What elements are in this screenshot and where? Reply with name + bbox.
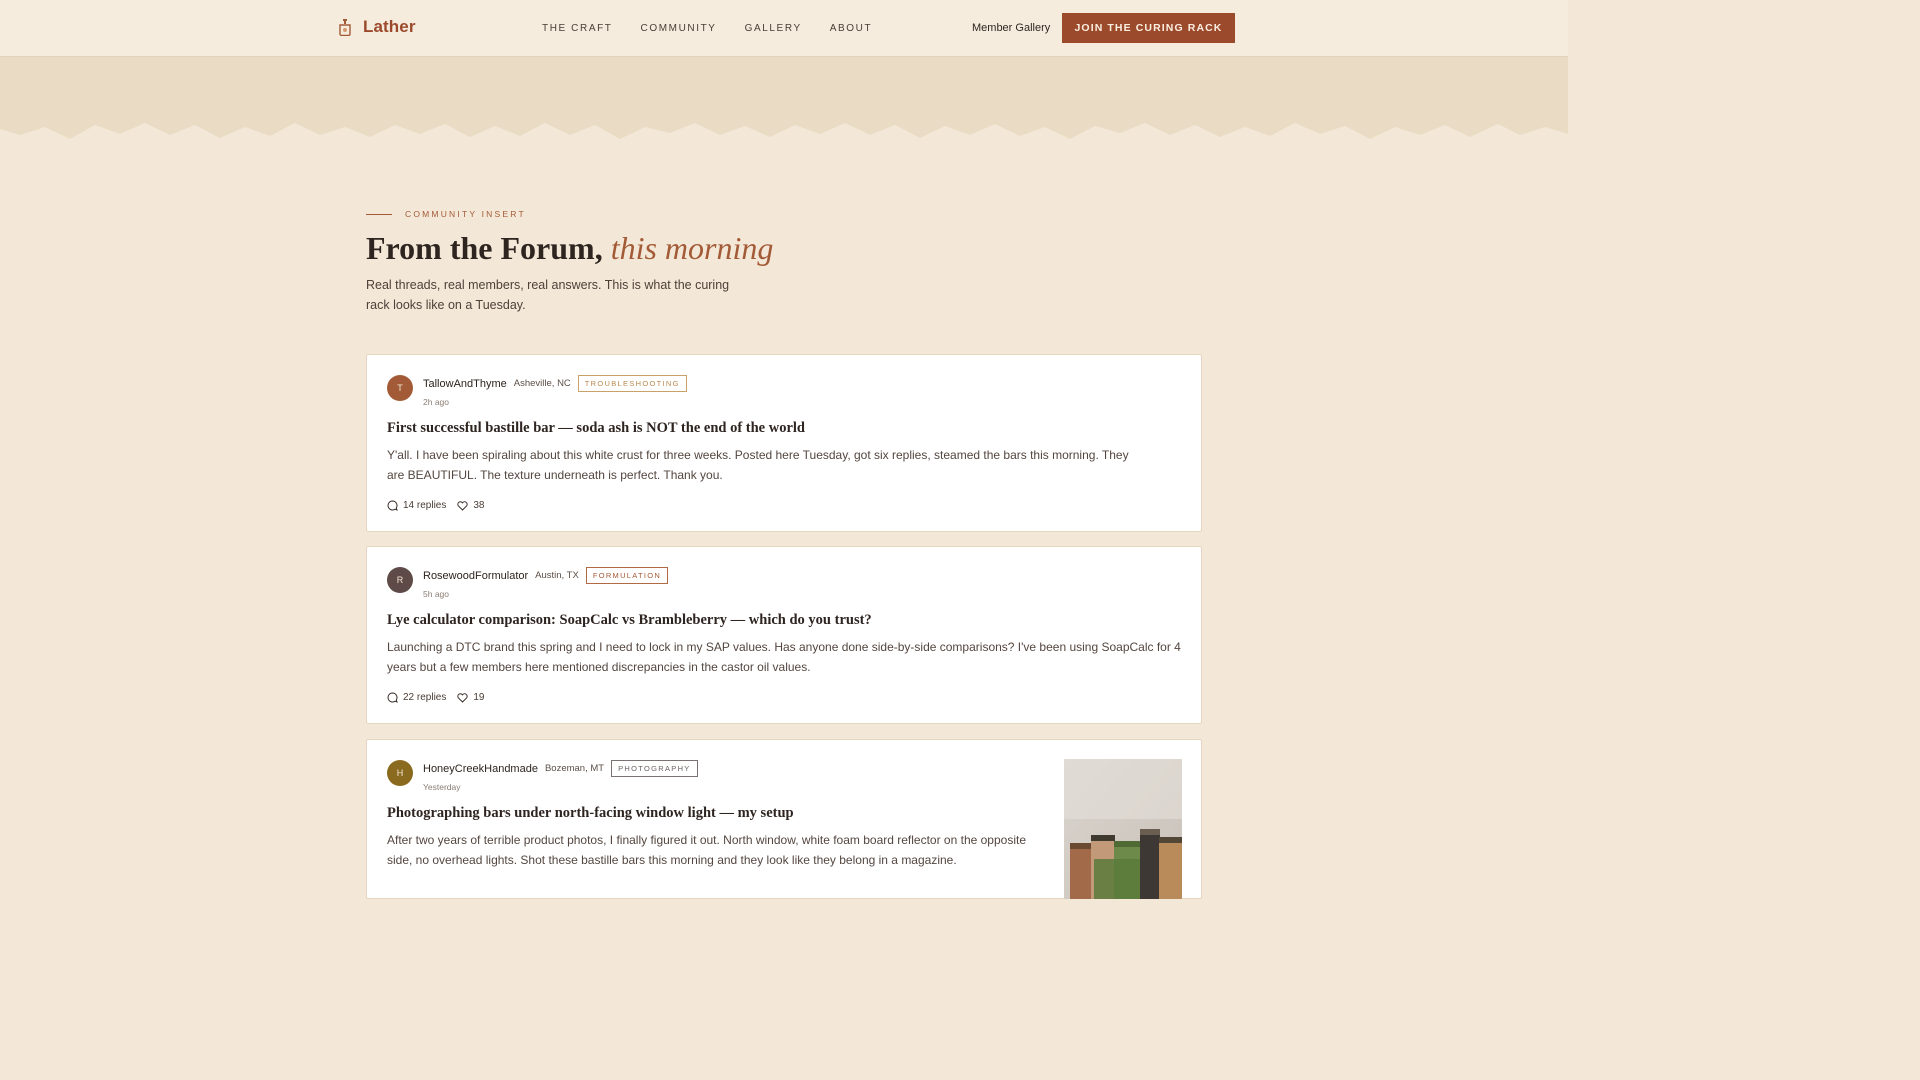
post-meta: RosewoodFormulator Austin, TX FORMULATIO…	[423, 567, 669, 584]
post-body: Y'all. I have been spiraling about this …	[387, 448, 1129, 482]
heart-icon	[457, 692, 468, 703]
member-gallery-link[interactable]: Member Gallery	[972, 22, 1050, 34]
nav-link-about[interactable]: ABOUT	[830, 23, 872, 34]
post-body: Launching a DTC brand this spring and I …	[387, 640, 1181, 674]
nav-link-community[interactable]: COMMUNITY	[641, 23, 717, 34]
forum-post-card[interactable]: H HoneyCreekHandmade Bozeman, MT PHOTOGR…	[366, 739, 1202, 899]
decorative-zigzag-band	[0, 57, 1568, 157]
replies-label: 14 replies	[403, 500, 447, 511]
post-body: After two years of terrible product phot…	[387, 833, 1026, 867]
likes-label: 19	[473, 692, 485, 703]
post-title[interactable]: Photographing bars under north-facing wi…	[387, 805, 794, 822]
likes-label: 38	[473, 500, 485, 511]
author-location: Asheville, NC	[513, 378, 571, 389]
comment-icon	[387, 692, 398, 703]
post-time: Yesterday	[423, 782, 461, 792]
likes-count[interactable]: 38	[457, 500, 484, 511]
avatar[interactable]: R	[387, 567, 413, 593]
category-tag[interactable]: TROUBLESHOOTING	[577, 375, 687, 392]
nav-link-gallery[interactable]: GALLERY	[745, 23, 802, 34]
post-photo-thumbnail[interactable]	[1064, 759, 1182, 899]
likes-count[interactable]: 19	[457, 692, 484, 703]
nav-link-the-craft[interactable]: THE CRAFT	[542, 23, 613, 34]
join-curing-rack-button[interactable]: JOIN THE CURING RACK	[1062, 13, 1235, 43]
title-main: From the Forum,	[366, 230, 603, 266]
eyebrow-label: COMMUNITY INSERT	[405, 209, 526, 219]
avatar[interactable]: T	[387, 375, 413, 401]
section-eyebrow: COMMUNITY INSERT	[366, 209, 526, 219]
replies-label: 22 replies	[403, 692, 447, 703]
post-stats: 22 replies 19	[387, 692, 484, 703]
category-tag[interactable]: PHOTOGRAPHY	[611, 760, 698, 777]
comment-icon	[387, 500, 398, 511]
author-name[interactable]: RosewoodFormulator	[423, 570, 528, 582]
post-stats: 14 replies 38	[387, 500, 484, 511]
soap-bars-photo	[1064, 759, 1182, 899]
title-emphasis: this morning	[610, 230, 774, 266]
author-location: Austin, TX	[535, 570, 579, 581]
heart-icon	[457, 500, 468, 511]
replies-count[interactable]: 22 replies	[387, 692, 446, 703]
forum-post-card[interactable]: T TallowAndThyme Asheville, NC TROUBLESH…	[366, 354, 1202, 532]
forum-post-card[interactable]: R RosewoodFormulator Austin, TX FORMULAT…	[366, 546, 1202, 724]
category-tag[interactable]: FORMULATION	[585, 567, 669, 584]
soap-dispenser-icon	[339, 19, 351, 36]
main-nav: THE CRAFT COMMUNITY GALLERY ABOUT	[542, 23, 872, 34]
author-name[interactable]: TallowAndThyme	[423, 378, 507, 390]
author-name[interactable]: HoneyCreekHandmade	[423, 763, 538, 775]
avatar[interactable]: H	[387, 760, 413, 786]
section-title: From the Forum, this morning	[366, 230, 773, 267]
post-meta: HoneyCreekHandmade Bozeman, MT PHOTOGRAP…	[423, 760, 698, 777]
post-time: 5h ago	[423, 589, 449, 599]
brand[interactable]: Lather	[337, 17, 416, 37]
top-navigation: Lather THE CRAFT COMMUNITY GALLERY ABOUT…	[0, 0, 1568, 57]
post-title[interactable]: First successful bastille bar — soda ash…	[387, 420, 805, 437]
replies-count[interactable]: 14 replies	[387, 500, 446, 511]
author-location: Bozeman, MT	[544, 763, 605, 774]
post-meta: TallowAndThyme Asheville, NC TROUBLESHOO…	[423, 375, 687, 392]
post-title[interactable]: Lye calculator comparison: SoapCalc vs B…	[387, 612, 872, 629]
brand-name: Lather	[363, 17, 416, 36]
section-subtitle: Real threads, real members, real answers…	[366, 278, 730, 312]
eyebrow-rule	[366, 213, 392, 215]
post-time: 2h ago	[423, 397, 449, 407]
